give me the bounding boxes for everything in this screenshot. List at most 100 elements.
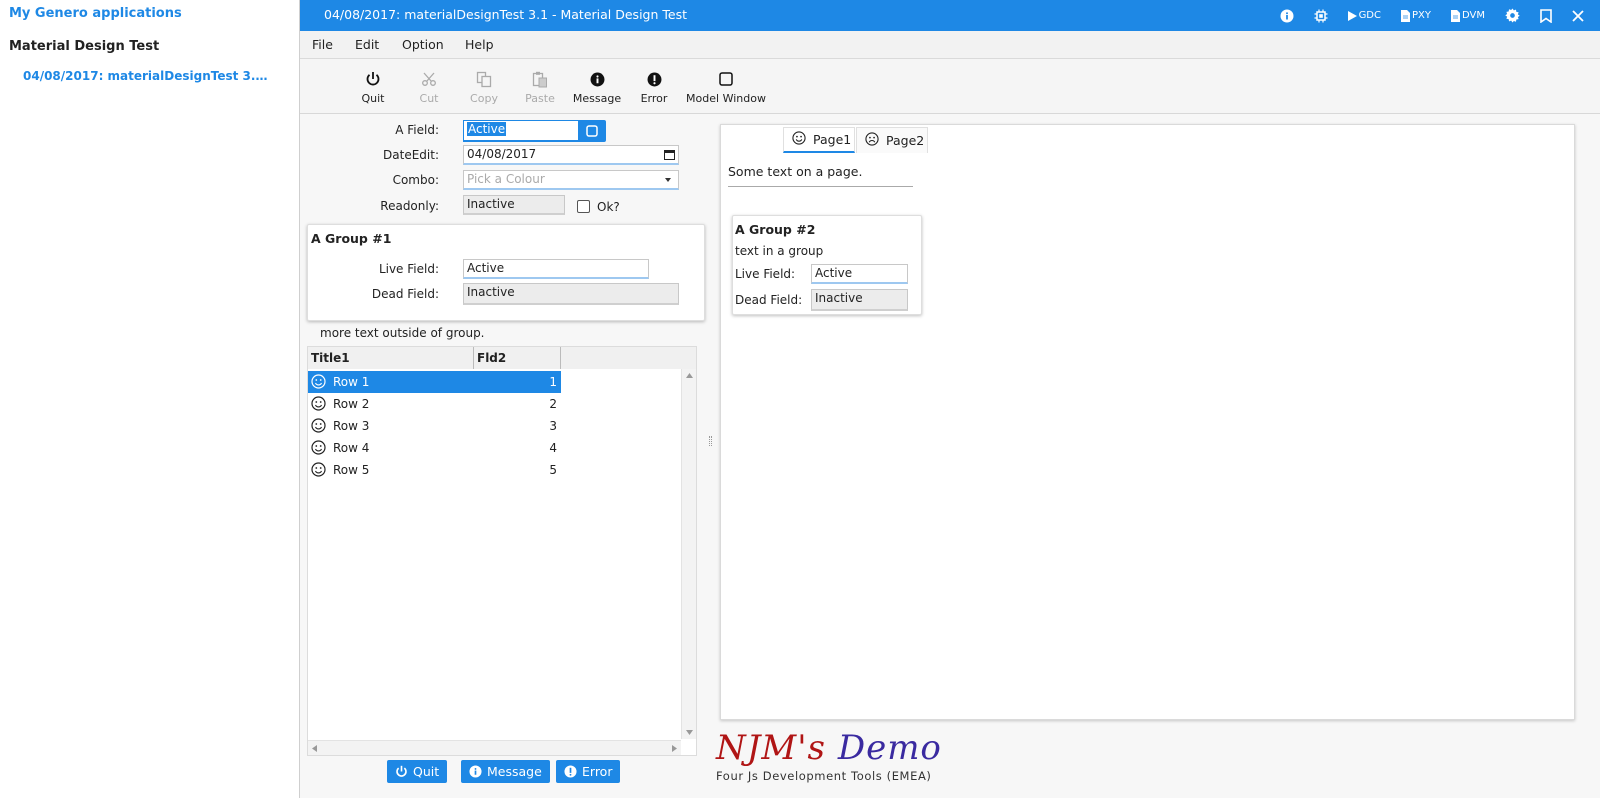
power-icon — [396, 765, 407, 777]
splitter-handle[interactable] — [709, 436, 712, 446]
info-icon[interactable] — [1270, 0, 1304, 31]
group-2-dead-field: Inactive — [811, 289, 908, 311]
ok-checkbox[interactable] — [577, 200, 590, 213]
info-icon — [590, 69, 605, 89]
group-1-dead-field: Inactive — [463, 283, 679, 305]
message-button-label: Message — [487, 764, 542, 779]
row-title: Row 1 — [333, 375, 370, 389]
toolbar-model-window-button[interactable]: Model Window — [686, 69, 766, 105]
application-sidebar: My Genero applications Material Design T… — [0, 0, 300, 798]
tab-page2-label: Page2 — [886, 133, 925, 148]
chip-icon[interactable] — [1304, 0, 1338, 31]
document-icon — [1451, 9, 1460, 22]
page-text: Some text on a page. — [728, 164, 863, 179]
sidebar-title[interactable]: My Genero applications — [9, 6, 182, 21]
menu-file[interactable]: File — [312, 37, 333, 52]
column-header-filler — [561, 347, 696, 369]
tab-page1[interactable]: Page1 — [783, 127, 855, 153]
outside-group-text: more text outside of group. — [320, 326, 485, 340]
table-row[interactable]: Row 1 1 — [308, 371, 561, 393]
paste-icon — [532, 69, 548, 89]
frown-icon — [865, 132, 879, 149]
chevron-down-icon — [665, 178, 671, 182]
group-2-dead-label: Dead Field: — [735, 293, 803, 307]
group-1-title: A Group #1 — [311, 231, 392, 246]
message-button[interactable]: Message — [461, 760, 550, 783]
play-icon — [1347, 10, 1357, 21]
a-field-lookup-button[interactable] — [578, 120, 606, 142]
row-value: 3 — [549, 419, 557, 433]
group-2-title: A Group #2 — [735, 222, 816, 237]
a-field-input[interactable]: Active — [463, 120, 579, 142]
combo-select[interactable]: Pick a Colour — [463, 170, 679, 190]
group-2-live-label: Live Field: — [735, 267, 796, 281]
menu-option[interactable]: Option — [402, 37, 444, 52]
toolbar-quit-label: Quit — [361, 92, 385, 105]
logo-wordmark-red: NJM's — [716, 728, 826, 768]
group-1: A Group #1 Live Field: Active Dead Field… — [307, 224, 705, 321]
toolbar: Quit Cut Copy Paste Message Error Model … — [300, 59, 1600, 114]
quit-button-label: Quit — [413, 764, 440, 779]
dvm-button[interactable]: DVM — [1441, 0, 1495, 31]
smile-icon — [311, 396, 326, 414]
table-horizontal-scrollbar[interactable] — [308, 740, 681, 755]
smile-icon — [311, 440, 326, 458]
dvm-label: DVM — [1462, 10, 1485, 21]
ok-checkbox-label[interactable]: Ok? — [597, 200, 620, 214]
dateedit-input[interactable]: 04/08/2017 — [463, 145, 679, 165]
menu-help[interactable]: Help — [465, 37, 494, 52]
row-title: Row 4 — [333, 441, 370, 455]
group-1-dead-label: Dead Field: — [371, 287, 439, 301]
table-vertical-scrollbar[interactable] — [681, 369, 696, 739]
menu-edit[interactable]: Edit — [355, 37, 379, 52]
smile-icon — [792, 131, 806, 148]
exclamation-icon — [564, 765, 577, 778]
menu-bar: File Edit Option Help — [300, 31, 1600, 59]
group-1-live-input[interactable]: Active — [463, 259, 649, 279]
table-row[interactable]: Row 3 3 — [308, 415, 561, 437]
column-header-title1[interactable]: Title1 — [308, 347, 474, 369]
sidebar-session-link[interactable]: 04/08/2017: materialDesignTest 3.1 - M..… — [23, 69, 275, 83]
scissors-icon — [421, 69, 437, 89]
page-text-underline — [728, 186, 913, 187]
readonly-value: Inactive — [467, 197, 515, 211]
close-icon[interactable] — [1562, 0, 1600, 31]
row-value: 5 — [549, 463, 557, 477]
row-value: 4 — [549, 441, 557, 455]
group-2: A Group #2 text in a group Live Field: A… — [732, 215, 922, 315]
square-icon — [586, 125, 598, 137]
smile-icon — [311, 462, 326, 480]
group-2-live-input[interactable]: Active — [811, 264, 908, 284]
logo-subtitle: Four Js Development Tools (EMEA) — [716, 769, 932, 783]
quit-button[interactable]: Quit — [387, 760, 448, 783]
window-title: 04/08/2017: materialDesignTest 3.1 - Mat… — [324, 7, 687, 22]
toolbar-copy-label: Copy — [470, 92, 498, 105]
copy-icon — [476, 69, 492, 89]
a-field-label: A Field: — [395, 123, 439, 137]
chevron-up-icon — [686, 373, 693, 378]
gear-icon[interactable] — [1495, 0, 1530, 31]
bookmark-icon[interactable] — [1530, 0, 1562, 31]
pxy-button[interactable]: PXY — [1391, 0, 1441, 31]
table-row[interactable]: Row 4 4 — [308, 437, 561, 459]
table-row[interactable]: Row 5 5 — [308, 459, 561, 481]
table-row[interactable]: Row 2 2 — [308, 393, 561, 415]
column-header-fld2[interactable]: Fld2 — [474, 347, 561, 369]
gdc-button[interactable]: GDC — [1338, 0, 1391, 31]
combo-label: Combo: — [392, 173, 439, 187]
group-1-live-label: Live Field: — [378, 262, 439, 276]
row-title: Row 3 — [333, 419, 370, 433]
group-1-dead-value: Inactive — [467, 285, 515, 299]
error-button-label: Error — [582, 764, 613, 779]
chevron-right-icon — [672, 745, 677, 752]
calendar-icon — [664, 150, 675, 160]
sidebar-app-name[interactable]: Material Design Test — [9, 39, 159, 54]
error-button[interactable]: Error — [556, 760, 621, 783]
toolbar-cut-label: Cut — [419, 92, 439, 105]
gdc-label: GDC — [1358, 10, 1381, 21]
info-icon — [469, 765, 482, 778]
tab-page2[interactable]: Page2 — [856, 127, 928, 153]
group-2-text: text in a group — [735, 244, 824, 258]
toolbar-error-button[interactable]: Error — [614, 69, 694, 105]
logo-wordmark: NJM's Demo — [716, 728, 942, 768]
